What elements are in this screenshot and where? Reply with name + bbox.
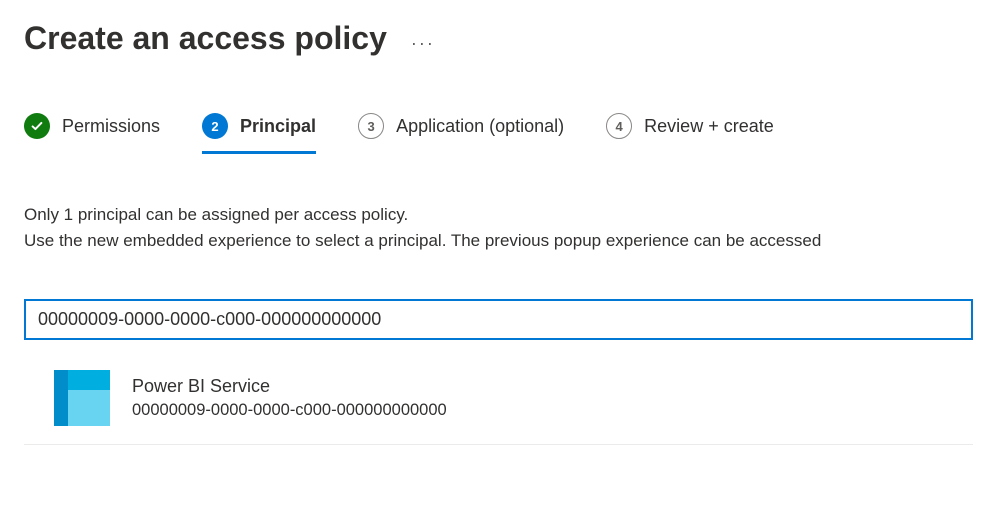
tab-review-create[interactable]: 4 Review + create [606, 113, 774, 154]
helper-line: Only 1 principal can be assigned per acc… [24, 202, 973, 228]
tab-permissions[interactable]: Permissions [24, 113, 160, 154]
step-number-icon: 2 [202, 113, 228, 139]
step-number-icon: 3 [358, 113, 384, 139]
step-number-icon: 4 [606, 113, 632, 139]
tab-application[interactable]: 3 Application (optional) [358, 113, 564, 154]
result-name: Power BI Service [132, 373, 447, 399]
app-tile-icon [54, 370, 110, 426]
wizard-tabs: Permissions 2 Principal 3 Application (o… [24, 113, 973, 154]
more-icon[interactable]: ··· [411, 23, 435, 54]
tab-label: Principal [240, 116, 316, 137]
check-icon [24, 113, 50, 139]
result-id: 00000009-0000-0000-c000-000000000000 [132, 399, 447, 423]
tab-label: Review + create [644, 116, 774, 137]
result-text: Power BI Service 00000009-0000-0000-c000… [132, 373, 447, 423]
helper-text: Only 1 principal can be assigned per acc… [24, 202, 973, 255]
tab-principal[interactable]: 2 Principal [202, 113, 316, 154]
tab-label: Permissions [62, 116, 160, 137]
principal-search-input[interactable] [24, 299, 973, 340]
helper-line: Use the new embedded experience to selec… [24, 228, 973, 254]
search-result-item[interactable]: Power BI Service 00000009-0000-0000-c000… [24, 354, 973, 445]
page-title: Create an access policy [24, 20, 387, 57]
tab-label: Application (optional) [396, 116, 564, 137]
